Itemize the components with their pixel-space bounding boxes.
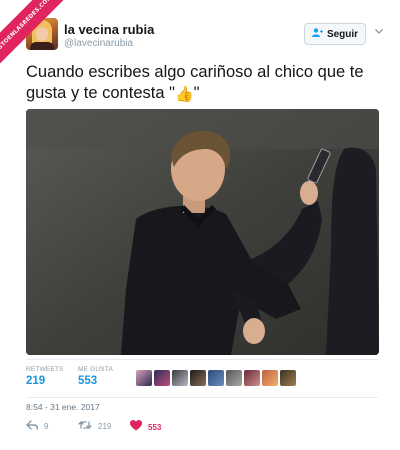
- retweet-icon: [78, 420, 92, 433]
- liker-avatar[interactable]: [244, 370, 260, 386]
- liker-avatar[interactable]: [280, 370, 296, 386]
- author-name[interactable]: la vecina rubia: [64, 22, 154, 37]
- likes-stat[interactable]: ME GUSTA 553: [78, 366, 113, 387]
- reply-button[interactable]: 9: [26, 420, 48, 433]
- liker-avatar[interactable]: [136, 370, 152, 386]
- chevron-down-icon[interactable]: [372, 26, 386, 40]
- liker-avatar[interactable]: [226, 370, 242, 386]
- like-button[interactable]: 553: [130, 420, 161, 434]
- likes-label: ME GUSTA: [78, 366, 114, 373]
- thumbs-up-emoji: 👍: [174, 86, 194, 103]
- retweets-stat[interactable]: RETWEETS 219: [26, 366, 64, 387]
- divider: [26, 397, 378, 398]
- reply-icon: [26, 420, 39, 433]
- liker-avatar[interactable]: [190, 370, 206, 386]
- liker-avatar[interactable]: [208, 370, 224, 386]
- tweet-text: Cuando escribes algo cariñoso al chico q…: [26, 62, 376, 105]
- tweet-actions: 9 219 553: [26, 420, 326, 436]
- retweets-count: 219: [26, 375, 46, 387]
- likes-count: 553: [78, 375, 98, 387]
- retweets-label: RETWEETS: [26, 366, 64, 373]
- tweet-photo[interactable]: [26, 109, 379, 355]
- tweet-header: la vecina rubia @lavecinarubia Seguir: [26, 18, 386, 54]
- liker-avatar[interactable]: [262, 370, 278, 386]
- follow-button[interactable]: Seguir: [304, 23, 366, 45]
- like-count: 553: [148, 422, 162, 432]
- follow-label: Seguir: [326, 28, 359, 40]
- tweet-text-end: ": [193, 84, 200, 102]
- liker-avatar[interactable]: [154, 370, 170, 386]
- tweet-timestamp[interactable]: 8:54 - 31 ene. 2017: [26, 402, 100, 412]
- author-handle[interactable]: @lavecinarubia: [64, 38, 133, 49]
- divider: [26, 359, 378, 360]
- photo-illustration: [26, 109, 379, 355]
- liker-avatars: [136, 370, 296, 386]
- add-user-icon: [311, 28, 323, 40]
- heart-icon: [130, 420, 142, 434]
- retweet-count: 219: [98, 422, 112, 431]
- liker-avatar[interactable]: [172, 370, 188, 386]
- reply-count: 9: [44, 422, 49, 431]
- retweet-button[interactable]: 219: [78, 420, 111, 433]
- engagement-stats: RETWEETS 219 ME GUSTA 553: [26, 366, 378, 394]
